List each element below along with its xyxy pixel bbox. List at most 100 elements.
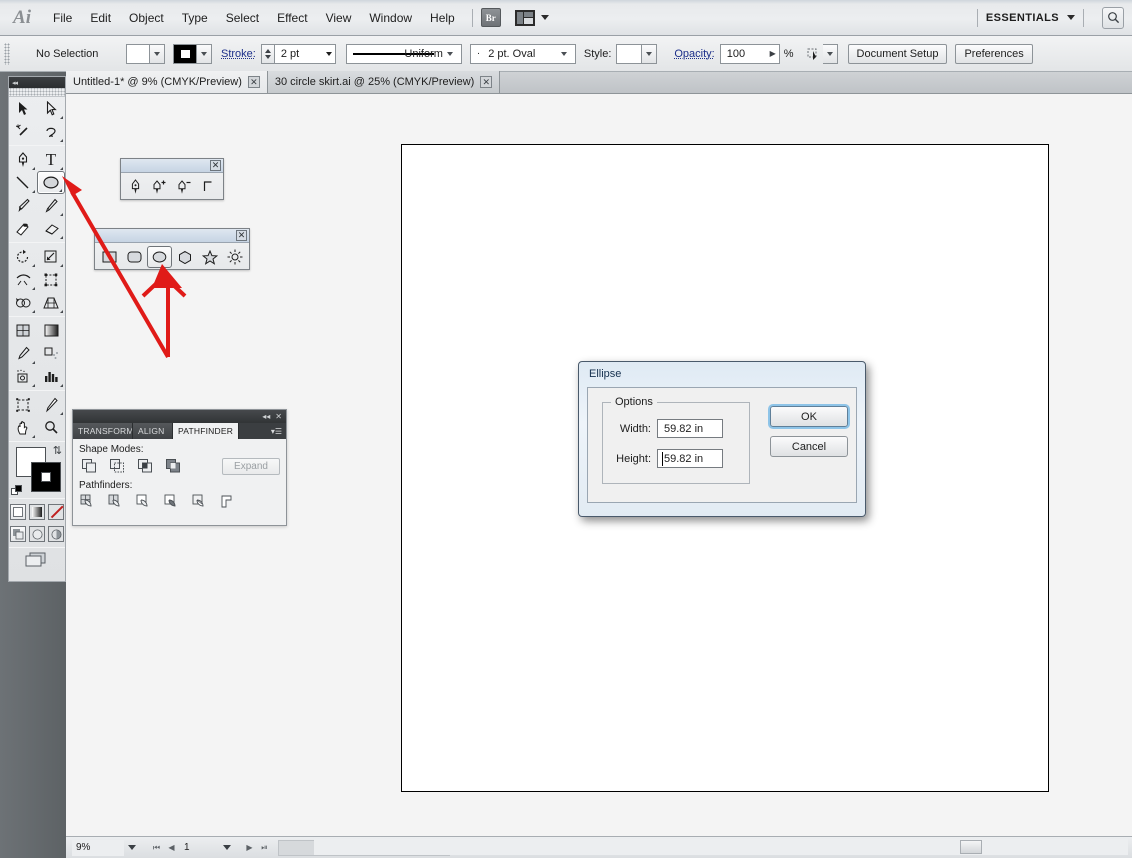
line-segment-tool[interactable] — [9, 171, 37, 194]
column-graph-tool[interactable] — [37, 365, 65, 388]
draw-behind-icon[interactable] — [29, 526, 45, 542]
menu-help[interactable]: Help — [421, 8, 464, 28]
expand-button[interactable]: Expand — [222, 457, 280, 475]
pen-tool[interactable] — [9, 148, 37, 171]
menu-type[interactable]: Type — [173, 8, 217, 28]
minus-back-icon[interactable] — [219, 493, 239, 511]
chevron-down-icon[interactable] — [540, 15, 549, 20]
type-tool[interactable]: T — [37, 148, 65, 171]
brush-definition-chevron-down-icon[interactable] — [557, 45, 572, 63]
tool-expand-icon[interactable] — [32, 361, 35, 364]
first-page-icon[interactable]: ⏮ — [149, 840, 164, 856]
workspace-switcher-label[interactable]: ESSENTIALS — [986, 12, 1059, 24]
default-fill-stroke-icon[interactable] — [11, 485, 22, 496]
tools-panel-grip[interactable] — [9, 88, 65, 97]
paintbrush-tool[interactable] — [9, 194, 37, 217]
ellipse-tool[interactable] — [37, 171, 65, 194]
divide-icon[interactable] — [79, 493, 99, 511]
panel-menu-icon[interactable]: ▾☰ — [267, 423, 286, 439]
draw-normal-icon[interactable] — [10, 526, 26, 542]
tab-pathfinder[interactable]: PATHFINDER — [173, 423, 240, 439]
gradient-mode-icon[interactable] — [29, 504, 45, 520]
intersect-icon[interactable] — [135, 457, 155, 475]
align-to-selection-group[interactable] — [804, 43, 838, 64]
tools-panel-header[interactable]: ◂◂ — [9, 77, 65, 88]
tool-expand-icon[interactable] — [60, 116, 63, 119]
width-input[interactable]: 59.82 in — [657, 419, 723, 438]
workspace-chevron-down-icon[interactable] — [1067, 15, 1075, 20]
magic-wand-tool[interactable] — [9, 120, 37, 143]
stroke-weight-group[interactable]: 2 pt — [260, 43, 336, 64]
menu-window[interactable]: Window — [360, 8, 421, 28]
ok-button[interactable]: OK — [770, 406, 848, 427]
tool-expand-icon[interactable] — [60, 412, 63, 415]
cancel-button[interactable]: Cancel — [770, 436, 848, 457]
draw-inside-icon[interactable] — [48, 526, 64, 542]
brush-definition-select[interactable]: · 2 pt. Oval — [469, 43, 576, 64]
ellipse-tool[interactable] — [147, 246, 172, 268]
collapse-chevron-icon[interactable]: ◂◂ — [262, 412, 270, 421]
tool-expand-icon[interactable] — [32, 310, 35, 313]
perspective-grid-tool[interactable] — [37, 291, 65, 314]
symbol-sprayer-tool[interactable] — [9, 365, 37, 388]
rotate-tool[interactable] — [9, 245, 37, 268]
document-tab-untitled[interactable]: Untitled-1* @ 9% (CMYK/Preview) ✕ — [66, 71, 268, 93]
tool-expand-icon[interactable] — [32, 190, 35, 193]
mesh-tool[interactable] — [9, 319, 37, 342]
page-chevron-down-icon[interactable] — [219, 840, 234, 856]
search-icon[interactable] — [1102, 6, 1124, 29]
zoom-level-field[interactable]: 9% — [72, 839, 124, 856]
close-icon[interactable]: ✕ — [247, 76, 260, 88]
hand-tool[interactable] — [9, 416, 37, 439]
tool-expand-icon[interactable] — [60, 213, 63, 216]
convert-anchor-point-tool[interactable] — [197, 176, 222, 198]
direct-selection-tool[interactable] — [37, 97, 65, 120]
shape-palette-header[interactable]: ✕ — [95, 229, 249, 243]
slice-tool[interactable] — [37, 393, 65, 416]
document-tab-circle-skirt[interactable]: 30 circle skirt.ai @ 25% (CMYK/Preview) … — [267, 71, 501, 93]
pencil-tool[interactable] — [37, 194, 65, 217]
tool-expand-icon[interactable] — [32, 287, 35, 290]
tool-expand-icon[interactable] — [60, 264, 63, 267]
outline-icon[interactable] — [191, 493, 211, 511]
delete-anchor-point-tool[interactable] — [172, 176, 197, 198]
shape-builder-tool[interactable] — [9, 291, 37, 314]
horizontal-scrollbar-thumb[interactable] — [960, 840, 982, 854]
minus-front-icon[interactable] — [107, 457, 127, 475]
tool-expand-icon[interactable] — [32, 264, 35, 267]
stroke-profile-chevron-down-icon[interactable] — [443, 45, 458, 63]
tool-expand-icon[interactable] — [32, 435, 35, 438]
close-icon[interactable]: ✕ — [236, 230, 247, 241]
selection-tool[interactable] — [9, 97, 37, 120]
menu-view[interactable]: View — [317, 8, 361, 28]
preferences-button[interactable]: Preferences — [955, 43, 1033, 64]
blend-tool[interactable] — [37, 342, 65, 365]
collapse-chevron-icon[interactable]: ◂◂ — [12, 79, 18, 87]
graphic-style-chevron-down-icon[interactable] — [642, 43, 658, 64]
tool-expand-icon[interactable] — [60, 167, 63, 170]
menu-object[interactable]: Object — [120, 8, 173, 28]
graphic-style-swatch[interactable] — [616, 43, 643, 64]
pathfinder-panel-titlebar[interactable]: ◂◂ ✕ — [73, 410, 286, 423]
zoom-chevron-down-icon[interactable] — [124, 840, 139, 856]
pen-tool[interactable] — [123, 176, 148, 198]
add-anchor-point-tool[interactable] — [148, 176, 173, 198]
lasso-tool[interactable] — [37, 120, 65, 143]
menu-file[interactable]: File — [44, 8, 81, 28]
swap-fill-stroke-icon[interactable]: ⇅ — [53, 444, 62, 457]
align-chevron-down-icon[interactable] — [822, 43, 838, 64]
screen-mode-icon[interactable] — [20, 551, 54, 569]
free-transform-tool[interactable] — [37, 268, 65, 291]
fill-swatch[interactable] — [126, 43, 150, 64]
merge-icon[interactable] — [135, 493, 155, 511]
stroke-swatch-group[interactable] — [173, 43, 212, 64]
gradient-tool[interactable] — [37, 319, 65, 342]
tool-expand-icon[interactable] — [60, 384, 63, 387]
artboard-tool[interactable] — [9, 393, 37, 416]
last-page-icon[interactable]: ⏯ — [257, 840, 272, 856]
zoom-tool[interactable] — [37, 416, 65, 439]
stroke-weight-stepper[interactable] — [260, 43, 274, 64]
close-icon[interactable]: ✕ — [275, 412, 282, 421]
tab-transform[interactable]: TRANSFORM — [73, 423, 133, 439]
stroke-chevron-down-icon[interactable] — [197, 43, 212, 64]
